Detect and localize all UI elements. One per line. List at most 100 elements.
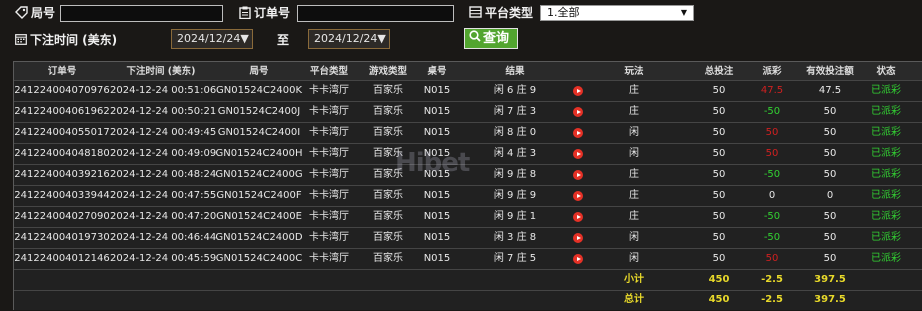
order-cell: 241224004048180 [14,148,110,159]
play-video-icon[interactable] [573,86,583,96]
play-video-icon[interactable] [573,212,583,222]
valid-cell: 50 [823,232,837,243]
round-cell: GN01524C2400J [217,106,301,117]
search-button[interactable]: 查询 [464,28,518,49]
table-no-cell: N015 [423,106,451,117]
payout-cell: -50 [763,106,781,117]
bet-cell: 50 [712,190,726,201]
time-cell: 2024-12-24 00:49:45 [110,127,217,138]
platform-cell: 卡卡湾厅 [309,85,349,96]
round-label: 局号 [15,4,55,22]
platform-label: 平台类型 [469,4,533,21]
status-cell: 已派彩 [871,127,901,138]
total-label: 总计 [624,294,644,305]
valid-cell: 50 [823,127,837,138]
subtotal-valid: 397.5 [814,274,846,285]
platform-cell: 卡卡湾厅 [309,148,349,159]
play-video-icon[interactable] [573,233,583,243]
status-cell: 已派彩 [871,169,901,180]
play-video-icon[interactable] [573,107,583,117]
result-cell: 闲 4 庄 3 [493,148,537,159]
date-from-picker[interactable]: 2024/12/24▼ [171,29,253,49]
col-time: 下注时间 (美东) [126,66,196,77]
play-cell: 闲 [629,232,639,243]
payout-cell: 50 [765,253,779,264]
order-no-label: 订单号 [239,4,290,22]
bet-cell: 50 [712,232,726,243]
table-header: 订单号 下注时间 (美东) 局号 平台类型 游戏类型 桌号 结果 玩法 总投注 … [14,62,922,81]
subtotal-row: 小计 450 -2.5 397.5 [14,270,922,291]
search-icon [469,29,481,48]
time-cell: 2024-12-24 00:48:24 [110,169,217,180]
col-game: 游戏类型 [368,66,407,77]
game-cell: 百家乐 [373,106,403,117]
order-cell: 241224004027090 [14,211,110,222]
order-cell: 241224004061962 [14,106,110,117]
game-cell: 百家乐 [373,190,403,201]
play-video-icon[interactable] [573,149,583,159]
order-no-input[interactable] [297,5,454,22]
result-cell: 闲 9 庄 8 [493,169,537,180]
play-video-icon[interactable] [573,170,583,180]
valid-cell: 0 [826,190,834,201]
result-cell: 闲 7 庄 5 [493,253,537,264]
col-round: 局号 [249,66,269,77]
order-cell: 241224004055017 [14,127,110,138]
game-cell: 百家乐 [373,232,403,243]
tag-icon [15,5,28,22]
round-input[interactable] [60,5,223,22]
bet-cell: 50 [712,85,726,96]
bet-cell: 50 [712,253,726,264]
result-cell: 闲 6 庄 9 [493,85,537,96]
col-order: 订单号 [47,66,77,77]
order-cell: 241224004039216 [14,169,110,180]
clipboard-icon [239,6,251,22]
platform-cell: 卡卡湾厅 [309,106,349,117]
play-video-icon[interactable] [573,128,583,138]
col-platform: 平台类型 [309,66,348,77]
caret-down-icon: ▼ [377,32,386,45]
table-row: 241224004070976 2024-12-24 00:51:06 GN0152… [14,81,922,102]
game-cell: 百家乐 [373,211,403,222]
platform-cell: 卡卡湾厅 [309,127,349,138]
status-cell: 已派彩 [871,148,901,159]
subtotal-bet: 450 [708,274,730,285]
bet-time-label: 下注时间 (美东) [15,31,117,48]
play-video-icon[interactable] [573,191,583,201]
play-cell: 闲 [629,127,639,138]
play-cell: 庄 [629,190,639,201]
platform-cell: 卡卡湾厅 [309,211,349,222]
date-to-picker[interactable]: 2024/12/24▼ [308,29,390,49]
bet-cell: 50 [712,148,726,159]
round-cell: GN01524C2400I [217,127,301,138]
payout-cell: -50 [763,232,781,243]
subtotal-payout: -2.5 [761,274,783,285]
chevron-down-icon: ▼ [680,8,687,17]
platform-cell: 卡卡湾厅 [309,169,349,180]
bet-cell: 50 [712,106,726,117]
table-row: 241224004061962 2024-12-24 00:50:21 GN0152… [14,102,922,123]
play-video-icon[interactable] [573,254,583,264]
round-cell: GN01524C2400C [215,253,303,264]
play-cell: 庄 [629,169,639,180]
time-cell: 2024-12-24 00:47:55 [110,190,217,201]
play-cell: 闲 [629,148,639,159]
col-payout: 派彩 [762,66,782,77]
round-cell: GN01524C2400K [215,85,303,96]
round-cell: GN01524C2400D [215,232,303,243]
platform-select[interactable]: 1.全部 ▼ [540,5,694,21]
watermark-logo: Hibet [395,148,470,178]
order-cell: 241224004019730 [14,232,110,243]
result-cell: 闲 8 庄 0 [493,127,537,138]
order-cell: 241224004070976 [14,85,110,96]
time-cell: 2024-12-24 00:49:09 [110,148,217,159]
payout-cell: 50 [765,148,779,159]
col-valid: 有效投注额 [806,66,854,77]
table-row: 241224004033944 2024-12-24 00:47:55 GN0152… [14,186,922,207]
platform-cell: 卡卡湾厅 [309,253,349,264]
table-no-cell: N015 [423,253,451,264]
bet-cell: 50 [712,211,726,222]
play-cell: 庄 [629,106,639,117]
time-cell: 2024-12-24 00:46:44 [110,232,217,243]
subtotal-label: 小计 [624,274,644,285]
